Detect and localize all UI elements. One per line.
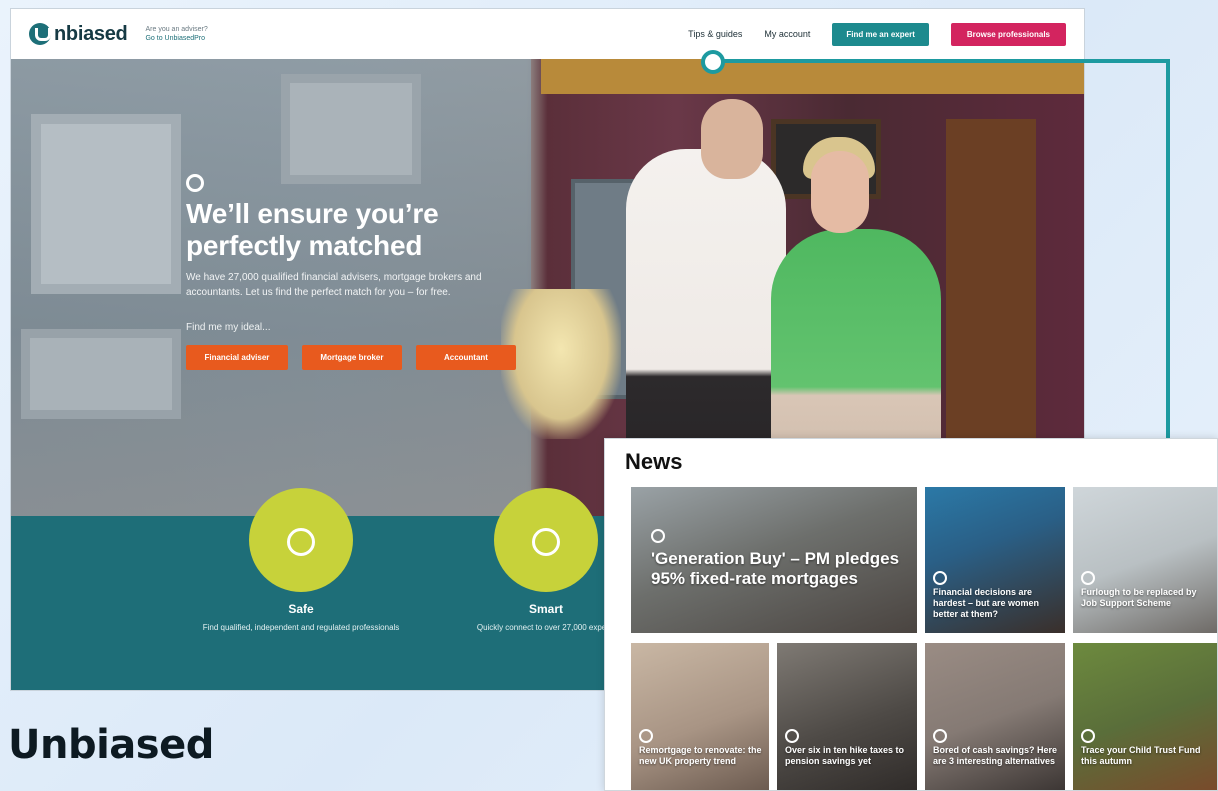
hero-title: We’ll ensure you’re perfectly matched bbox=[186, 198, 439, 261]
news-card[interactable]: Financial decisions are hardest – but ar… bbox=[925, 487, 1065, 633]
top-navigation-bar: nbiased Are you an adviser? Go to Unbias… bbox=[11, 9, 1084, 59]
news-panel: News 'Generation Buy' – PM pledges 95% f… bbox=[604, 438, 1218, 791]
brand-caption: Unbiased bbox=[8, 722, 214, 768]
nav-tips-guides[interactable]: Tips & guides bbox=[688, 29, 742, 39]
news-card-title: Over six in ten hike taxes to pension sa… bbox=[785, 745, 905, 766]
smart-badge bbox=[494, 488, 598, 592]
safe-badge bbox=[249, 488, 353, 592]
news-heading: News bbox=[625, 449, 683, 474]
unbiased-u-icon bbox=[651, 529, 665, 543]
picture-frame bbox=[31, 114, 181, 294]
mortgage-broker-button[interactable]: Mortgage broker bbox=[301, 345, 402, 370]
news-card-title: Bored of cash savings? Here are 3 intere… bbox=[933, 745, 1058, 766]
financial-adviser-button[interactable]: Financial adviser bbox=[186, 345, 288, 370]
unbiased-u-icon bbox=[785, 729, 799, 743]
hero-button-group: Financial adviser Mortgage broker Accoun… bbox=[186, 345, 516, 370]
news-card[interactable]: Remortgage to renovate: the new UK prope… bbox=[631, 643, 769, 790]
cafe-ceiling bbox=[541, 59, 1084, 94]
cafe-shelf bbox=[946, 119, 1036, 439]
unbiasedpro-link[interactable]: Go to UnbiasedPro bbox=[145, 34, 207, 43]
shield-gear-icon bbox=[287, 528, 315, 556]
unbiased-u-icon bbox=[1081, 729, 1095, 743]
lightbulb-icon bbox=[532, 528, 560, 556]
unbiased-u-icon bbox=[186, 174, 204, 192]
news-card-title: 'Generation Buy' – PM pledges 95% fixed-… bbox=[651, 549, 900, 588]
news-card[interactable]: Bored of cash savings? Here are 3 intere… bbox=[925, 643, 1065, 790]
hero-person-woman-head bbox=[811, 151, 869, 233]
callout-line bbox=[1166, 59, 1170, 441]
main-nav: Tips & guides My account Find me an expe… bbox=[688, 22, 1066, 46]
feature-safe: Safe Find qualified, independent and reg… bbox=[201, 488, 401, 634]
adviser-question: Are you an adviser? bbox=[145, 26, 208, 33]
picture-frame bbox=[281, 74, 421, 184]
news-card[interactable]: Trace your Child Trust Fund this autumn bbox=[1073, 643, 1217, 790]
hero-subtitle: We have 27,000 qualified financial advis… bbox=[186, 272, 482, 298]
news-card-title: Financial decisions are hardest – but ar… bbox=[933, 587, 1040, 619]
news-card-title: Remortgage to renovate: the new UK prope… bbox=[639, 745, 762, 766]
news-card-title: Trace your Child Trust Fund this autumn bbox=[1081, 745, 1201, 766]
logo-text: nbiased bbox=[54, 22, 128, 45]
lamp bbox=[501, 289, 621, 439]
hero-person-man-head bbox=[701, 99, 763, 179]
nav-my-account[interactable]: My account bbox=[764, 29, 810, 39]
unbiased-u-icon bbox=[639, 729, 653, 743]
news-card-featured[interactable]: 'Generation Buy' – PM pledges 95% fixed-… bbox=[631, 487, 917, 633]
news-card[interactable]: Over six in ten hike taxes to pension sa… bbox=[777, 643, 917, 790]
news-card[interactable]: Furlough to be replaced by Job Support S… bbox=[1073, 487, 1217, 633]
browse-professionals-button[interactable]: Browse professionals bbox=[950, 22, 1066, 46]
find-label: Find me my ideal... bbox=[186, 322, 271, 333]
callout-marker bbox=[701, 50, 725, 74]
unbiased-u-icon bbox=[1081, 571, 1095, 585]
find-expert-button[interactable]: Find me an expert bbox=[832, 22, 929, 46]
hero-content: We’ll ensure you’re perfectly matched We… bbox=[186, 174, 516, 370]
adviser-link[interactable]: Are you an adviser? Go to UnbiasedPro bbox=[145, 25, 207, 43]
unbiased-logo-icon bbox=[29, 23, 51, 45]
feature-text: Find qualified, independent and regulate… bbox=[202, 623, 400, 632]
logo[interactable]: nbiased bbox=[29, 22, 128, 46]
unbiased-u-icon bbox=[933, 571, 947, 585]
accountant-button[interactable]: Accountant bbox=[415, 345, 516, 370]
unbiased-u-icon bbox=[933, 729, 947, 743]
news-card-title: Furlough to be replaced by Job Support S… bbox=[1081, 587, 1197, 608]
feature-title: Safe bbox=[288, 602, 314, 616]
callout-line bbox=[724, 59, 1170, 63]
picture-frame bbox=[21, 329, 181, 419]
